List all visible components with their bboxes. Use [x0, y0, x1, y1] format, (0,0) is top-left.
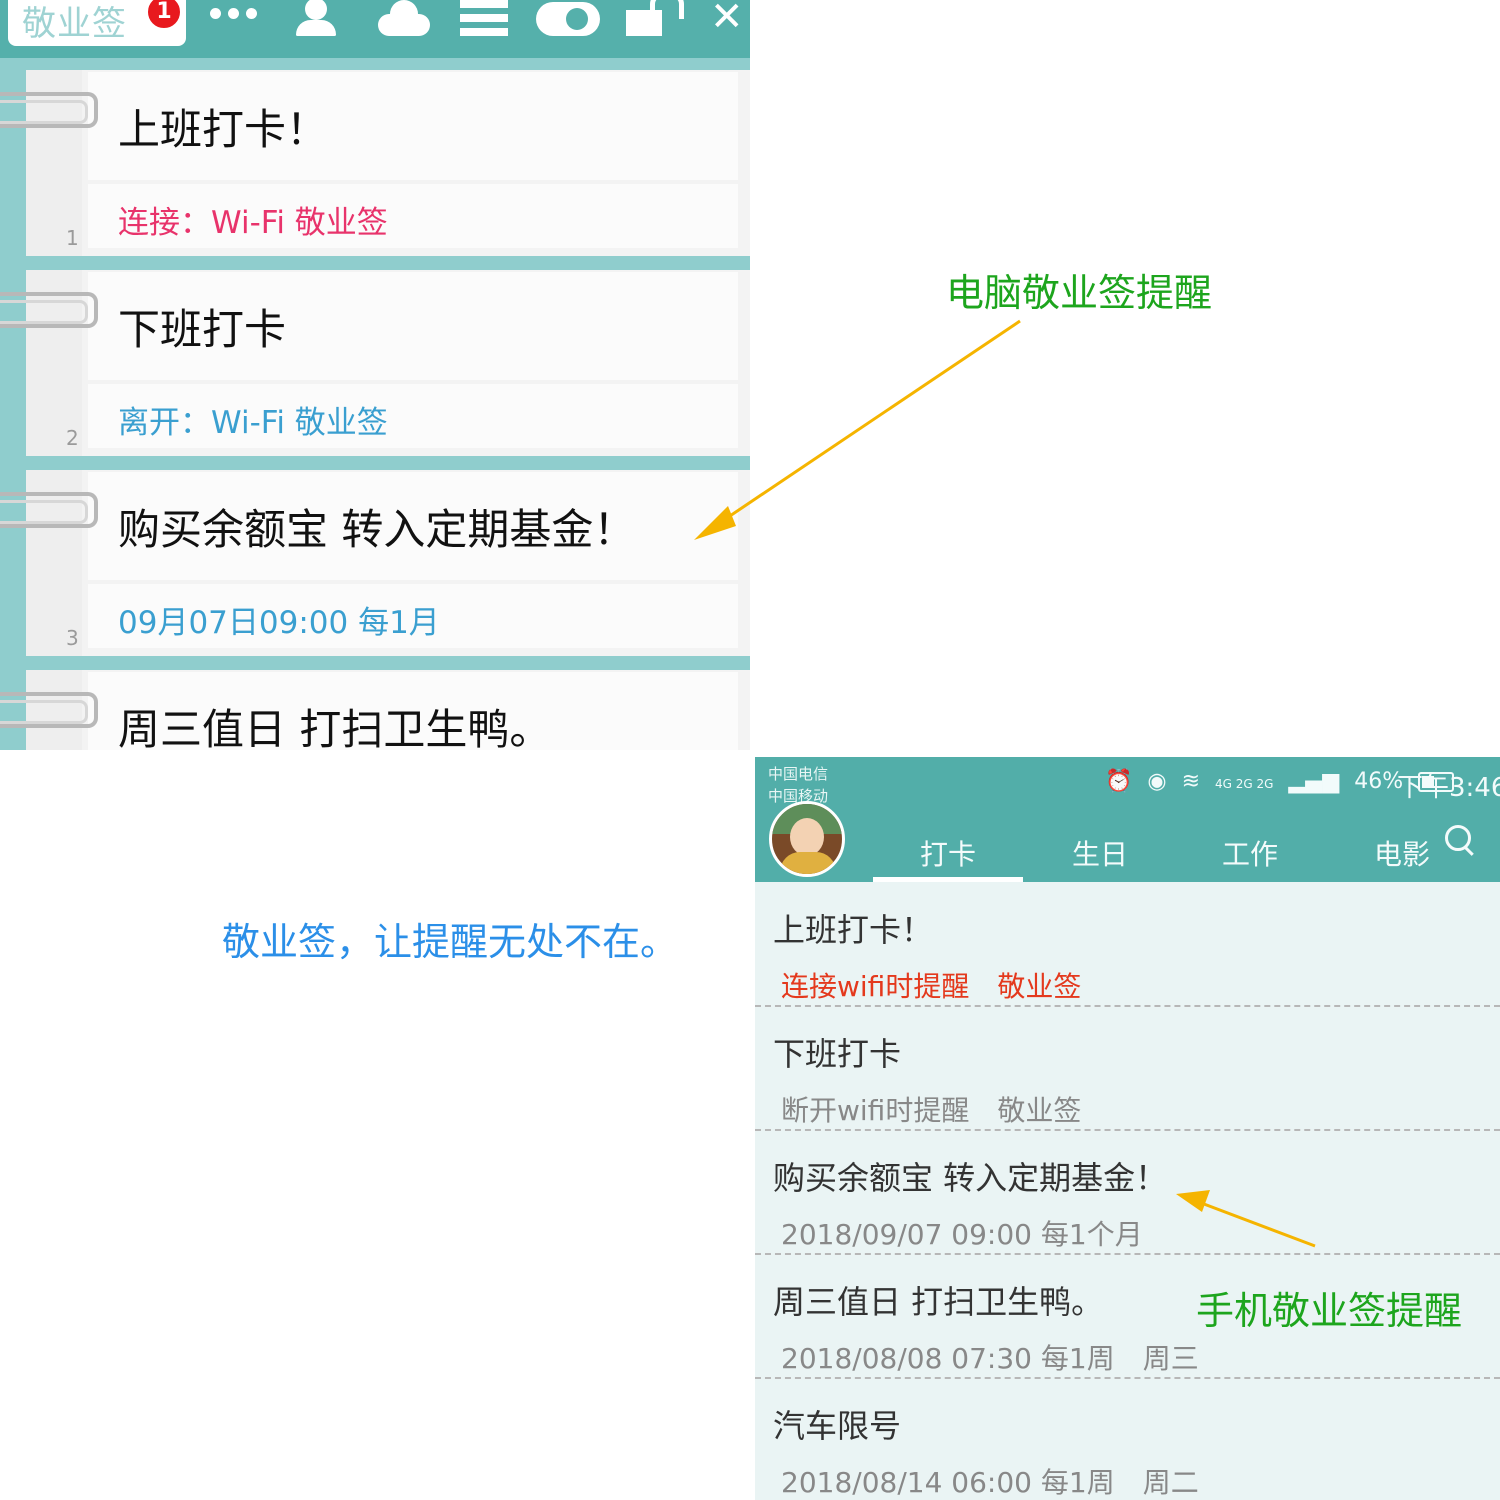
- annotation-arrows: [694, 319, 1316, 1248]
- phone-pointer-arrow: [1176, 1190, 1316, 1248]
- pc-pointer-arrow: [694, 319, 1021, 540]
